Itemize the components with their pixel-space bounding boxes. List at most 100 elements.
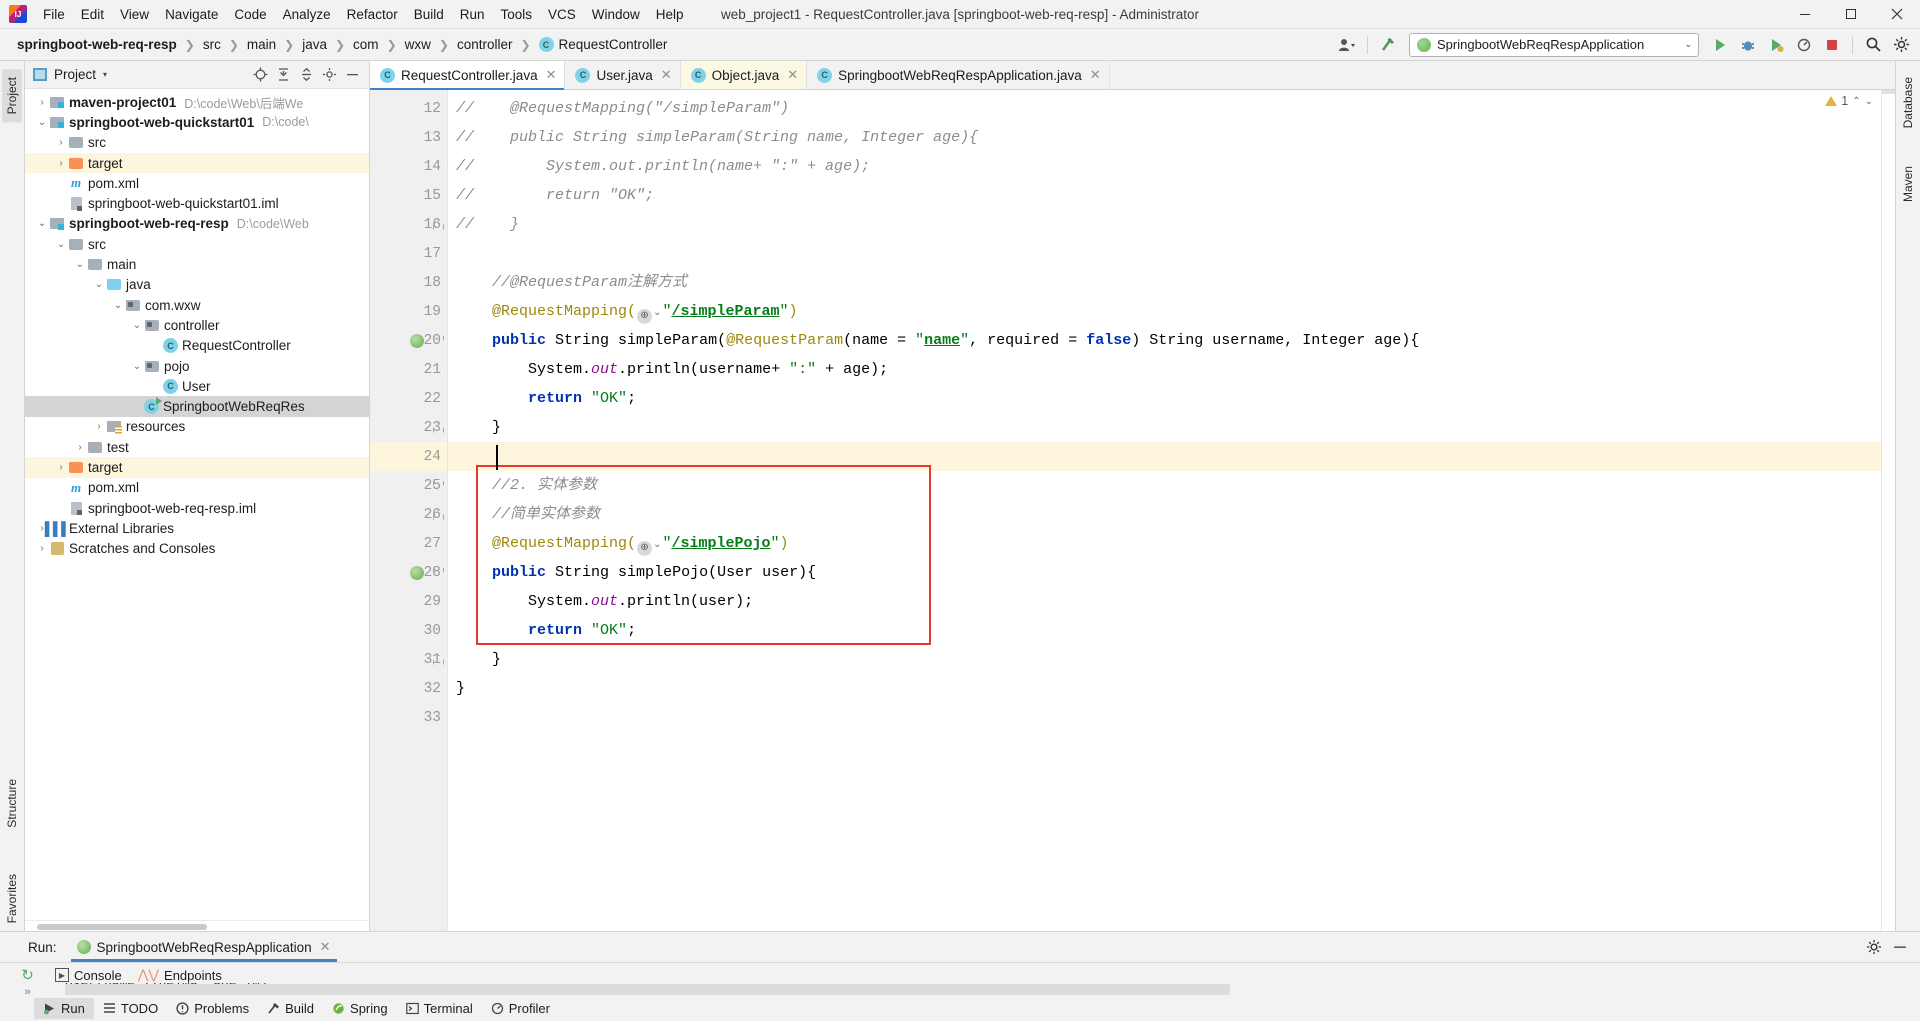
line-number-gutter[interactable]: 12 13 14 15 16 17 18 19 20 21 22 23 24 25 26 27 28 29 30 31… bbox=[370, 90, 448, 931]
user-account-icon[interactable] bbox=[1334, 32, 1360, 58]
next-problem-icon[interactable]: ⌄ bbox=[1865, 96, 1873, 107]
chevron-down-icon[interactable]: ⌄ bbox=[54, 239, 68, 250]
close-icon[interactable]: ✕ bbox=[546, 67, 557, 83]
tree-node[interactable]: › target bbox=[25, 457, 369, 478]
close-icon[interactable]: ✕ bbox=[320, 939, 331, 955]
breadcrumb-com[interactable]: com bbox=[350, 35, 382, 54]
line-number[interactable]: 13 bbox=[370, 123, 447, 152]
code-fold-end-icon[interactable] bbox=[433, 422, 444, 433]
hide-panel-icon[interactable] bbox=[341, 64, 363, 86]
line-number[interactable]: 22 bbox=[370, 384, 447, 413]
chevron-down-icon[interactable]: ⌄ bbox=[92, 279, 106, 290]
project-tree-horizontal-scrollbar[interactable] bbox=[25, 920, 369, 931]
rerun-icon[interactable]: ↻ bbox=[19, 966, 37, 984]
menu-file[interactable]: File bbox=[35, 4, 73, 25]
bottom-tab-build[interactable]: Build bbox=[258, 998, 323, 1019]
project-tree[interactable]: › maven-project01 D:\code\Web\后端We ⌄ springb… bbox=[25, 89, 369, 920]
collapse-all-icon[interactable] bbox=[295, 64, 317, 86]
code-line[interactable]: System.out.println(user); bbox=[448, 587, 1881, 616]
menu-edit[interactable]: Edit bbox=[73, 4, 112, 25]
line-number[interactable]: 19 bbox=[370, 297, 447, 326]
tree-node[interactable]: › ▌▌▌ External Libraries bbox=[25, 518, 369, 538]
menu-refactor[interactable]: Refactor bbox=[339, 4, 406, 25]
line-number[interactable]: 32 bbox=[370, 674, 447, 703]
code-line[interactable]: public String simpleParam(@RequestParam(… bbox=[448, 326, 1881, 355]
line-number[interactable]: 17 bbox=[370, 239, 447, 268]
editor-tab[interactable]: C RequestController.java ✕ bbox=[370, 61, 566, 90]
code-line[interactable]: } bbox=[448, 674, 1881, 703]
line-number[interactable]: 29 bbox=[370, 587, 447, 616]
chevron-down-icon[interactable]: ⌄ bbox=[35, 117, 49, 128]
breadcrumb-controller[interactable]: controller bbox=[454, 35, 516, 54]
line-number[interactable]: 24 bbox=[370, 442, 447, 471]
line-number[interactable]: 23 bbox=[370, 413, 447, 442]
tree-node[interactable]: C RequestController bbox=[25, 336, 369, 356]
breadcrumb-src[interactable]: src bbox=[200, 35, 224, 54]
code-line[interactable]: } bbox=[448, 413, 1881, 442]
tool-tab-project[interactable]: Project bbox=[2, 69, 22, 123]
line-number[interactable]: 26 bbox=[370, 500, 447, 529]
tree-node[interactable]: ⌄ src bbox=[25, 234, 369, 254]
spring-request-mapping-gutter-icon[interactable] bbox=[409, 565, 425, 581]
chevron-down-icon[interactable]: ⌄ bbox=[130, 320, 144, 331]
code-line[interactable]: //简单实体参数 bbox=[448, 500, 1881, 529]
code-fold-icon[interactable] bbox=[433, 335, 444, 346]
tree-node[interactable]: ⌄ springboot-web-req-resp D:\code\Web bbox=[25, 214, 369, 234]
tree-node[interactable]: › resources bbox=[25, 417, 369, 437]
code-line[interactable]: // } bbox=[448, 210, 1881, 239]
close-icon[interactable]: ✕ bbox=[661, 67, 672, 83]
bottom-tab-terminal[interactable]: Terminal bbox=[397, 998, 482, 1019]
code-line[interactable]: // @RequestMapping("/simpleParam") bbox=[448, 94, 1881, 123]
code-line[interactable]: System.out.println(username+ ":" + age); bbox=[448, 355, 1881, 384]
run-button[interactable] bbox=[1707, 32, 1733, 58]
menu-build[interactable]: Build bbox=[406, 4, 452, 25]
chevron-down-icon[interactable]: ⌄ bbox=[130, 361, 144, 372]
close-icon[interactable]: ✕ bbox=[1090, 67, 1101, 83]
code-line[interactable] bbox=[448, 703, 1881, 732]
code-line[interactable] bbox=[448, 442, 1881, 471]
line-number[interactable]: 14 bbox=[370, 152, 447, 181]
tree-node[interactable]: ⌄ com.wxw bbox=[25, 295, 369, 315]
editor-tab[interactable]: C User.java ✕ bbox=[565, 61, 681, 89]
run-subtab-console[interactable]: ▶ Console bbox=[55, 968, 122, 983]
chevron-right-icon[interactable]: › bbox=[54, 137, 68, 148]
menu-navigate[interactable]: Navigate bbox=[157, 4, 226, 25]
menu-view[interactable]: View bbox=[112, 4, 157, 25]
close-icon[interactable]: ✕ bbox=[787, 67, 798, 83]
code-text-area[interactable]: // @RequestMapping("/simpleParam")// pub… bbox=[448, 90, 1881, 931]
expand-actions-icon[interactable]: » bbox=[24, 986, 30, 998]
console-horizontal-scrollbar[interactable] bbox=[65, 984, 1230, 995]
menu-help[interactable]: Help bbox=[648, 4, 692, 25]
tree-node[interactable]: ⌄ springboot-web-quickstart01 D:\code\ bbox=[25, 112, 369, 132]
line-number[interactable]: 25 bbox=[370, 471, 447, 500]
code-line[interactable]: //@RequestParam注解方式 bbox=[448, 268, 1881, 297]
code-line[interactable]: } bbox=[448, 645, 1881, 674]
code-line[interactable]: return "OK"; bbox=[448, 616, 1881, 645]
chevron-right-icon[interactable]: › bbox=[54, 158, 68, 169]
hide-run-window-icon[interactable] bbox=[1888, 935, 1912, 959]
line-number[interactable]: 20 bbox=[370, 326, 447, 355]
code-line[interactable]: //2. 实体参数 bbox=[448, 471, 1881, 500]
gear-icon[interactable] bbox=[1888, 32, 1914, 58]
breadcrumb-main[interactable]: main bbox=[244, 35, 279, 54]
gear-icon[interactable] bbox=[1862, 935, 1886, 959]
chevron-right-icon[interactable]: › bbox=[73, 442, 87, 453]
tree-node[interactable]: ⌄ pojo bbox=[25, 356, 369, 376]
search-everywhere-icon[interactable] bbox=[1860, 32, 1886, 58]
breadcrumb-wxw[interactable]: wxw bbox=[402, 35, 434, 54]
chevron-right-icon[interactable]: › bbox=[54, 462, 68, 473]
chevron-right-icon[interactable]: › bbox=[35, 97, 49, 108]
tool-tab-maven[interactable]: Maven bbox=[1898, 158, 1918, 210]
breadcrumb-class[interactable]: C RequestController bbox=[536, 35, 671, 54]
bottom-tab-problems[interactable]: Problems bbox=[167, 998, 258, 1019]
bottom-tab-todo[interactable]: TODO bbox=[94, 998, 167, 1019]
run-config-tab[interactable]: SpringbootWebReqRespApplication ✕ bbox=[70, 932, 337, 962]
editor-marker-scrollbar[interactable] bbox=[1881, 90, 1895, 931]
run-configuration-selector[interactable]: SpringbootWebReqRespApplication ⌄ bbox=[1409, 32, 1699, 57]
chevron-down-icon[interactable]: ⌄ bbox=[111, 300, 125, 311]
menu-window[interactable]: Window bbox=[584, 4, 648, 25]
tree-node[interactable]: ⌄ main bbox=[25, 254, 369, 274]
tree-node[interactable]: › src bbox=[25, 133, 369, 153]
line-number[interactable]: 21 bbox=[370, 355, 447, 384]
menu-code[interactable]: Code bbox=[226, 4, 274, 25]
